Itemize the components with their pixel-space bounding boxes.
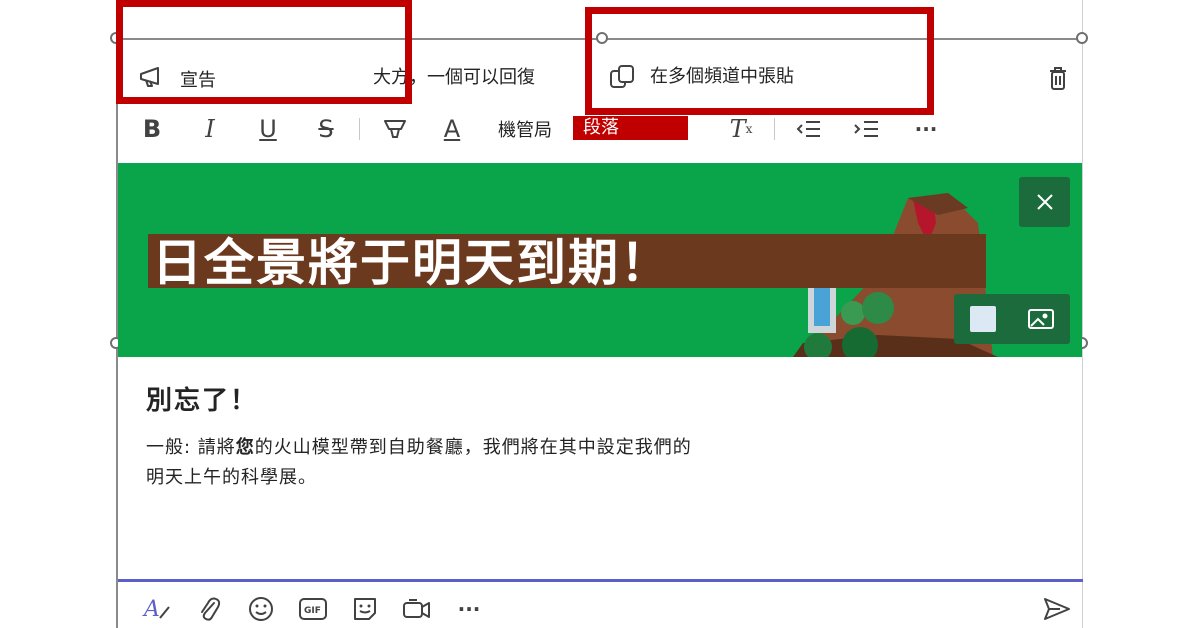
banner-headline[interactable]: 日全景將于明天到期！ xyxy=(148,234,986,292)
italic-icon[interactable]: I xyxy=(196,112,224,146)
sticker-icon[interactable] xyxy=(348,592,382,626)
body-text-bold: 您 xyxy=(235,437,255,458)
banner-image-tools xyxy=(954,294,1070,344)
meet-now-icon[interactable] xyxy=(400,592,434,626)
compose-focus-underline xyxy=(118,579,1083,582)
format-icon[interactable]: A xyxy=(140,592,174,626)
underline-icon[interactable]: U xyxy=(254,112,282,146)
message-body-line-1: 一般: 請將您的火山模型帶到自助餐廳，我們將在其中設定我們的 xyxy=(146,433,786,463)
more-icon[interactable]: ··· xyxy=(910,112,942,146)
paragraph-style-selector[interactable]: 段落 xyxy=(573,116,688,140)
send-icon[interactable] xyxy=(1040,592,1074,626)
attach-icon[interactable] xyxy=(192,592,226,626)
svg-text:A: A xyxy=(142,597,160,622)
background-color-swatch-icon[interactable] xyxy=(969,306,996,332)
close-icon xyxy=(1036,194,1053,210)
body-text-rest: 的火山模型帶到自助餐廳，我們將在其中設定我們的 xyxy=(254,437,692,458)
clear-formatting-icon[interactable]: Tx xyxy=(726,112,756,146)
toolbar-separator xyxy=(774,118,775,140)
highlight-icon[interactable] xyxy=(378,112,412,146)
gif-icon[interactable]: GIF xyxy=(296,592,330,626)
svg-text:GIF: GIF xyxy=(304,606,321,616)
font-size-selector[interactable]: 機管局 xyxy=(498,116,552,142)
annotation-highlight-post-type xyxy=(116,0,412,104)
strikethrough-icon[interactable]: S xyxy=(312,112,340,146)
trash-icon[interactable] xyxy=(1046,64,1070,92)
compose-frame-right-border xyxy=(1082,0,1083,628)
message-body[interactable]: 一般: 請將您的火山模型帶到自助餐廳，我們將在其中設定我們的 明天上午的科學展。 xyxy=(146,433,786,493)
body-text-prefix: 一般: 請將 xyxy=(146,437,236,458)
decrease-indent-icon[interactable] xyxy=(792,112,824,146)
annotation-highlight-crosspost xyxy=(585,7,934,115)
more-options-icon[interactable]: ··· xyxy=(452,592,486,626)
image-upload-icon[interactable] xyxy=(1027,307,1055,331)
font-color-icon[interactable]: A xyxy=(438,112,466,146)
resize-handle-top-right[interactable] xyxy=(1076,32,1088,44)
close-banner-button[interactable] xyxy=(1019,177,1070,227)
message-subject[interactable]: 別忘了！ xyxy=(146,380,258,417)
message-body-line-2: 明天上午的科學展。 xyxy=(146,467,317,488)
toolbar-separator xyxy=(359,118,360,140)
increase-indent-icon[interactable] xyxy=(850,112,882,146)
bold-icon[interactable]: B xyxy=(138,112,166,146)
emoji-icon[interactable] xyxy=(244,592,278,626)
